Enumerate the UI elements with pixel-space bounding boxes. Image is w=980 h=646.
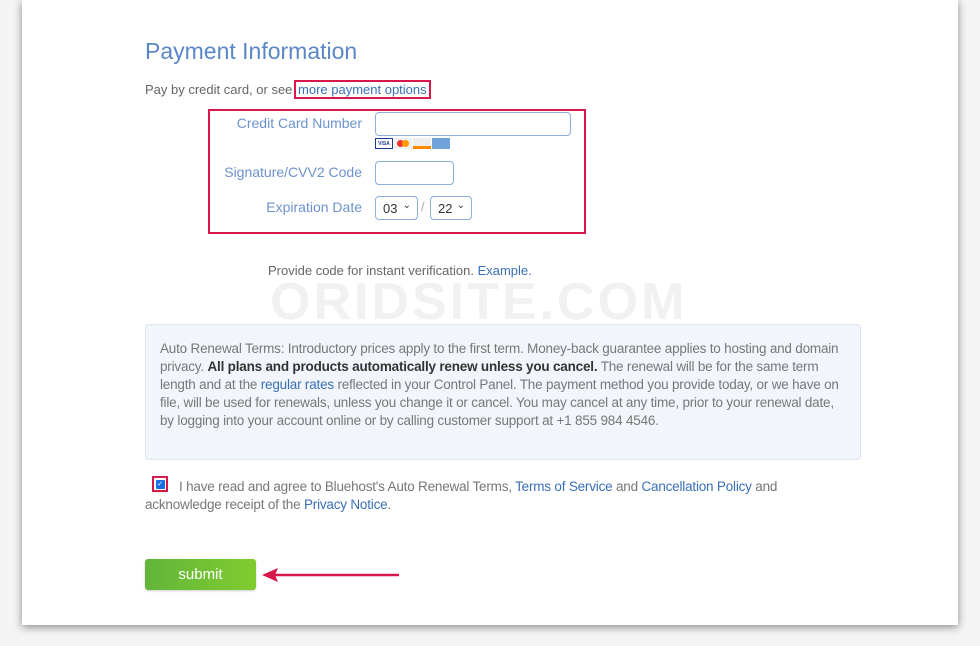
chevron-down-icon: ⌄ xyxy=(402,200,411,211)
submit-button[interactable]: submit xyxy=(145,559,256,590)
arrow-left-icon xyxy=(262,568,399,582)
regular-rates-link[interactable]: regular rates xyxy=(261,377,334,392)
auto-renewal-terms: Auto Renewal Terms: Introductory prices … xyxy=(145,324,861,460)
cvv-label: Signature/CVV2 Code xyxy=(224,164,362,180)
page-title: Payment Information xyxy=(145,38,358,64)
exp-year-value: 22 xyxy=(438,201,453,216)
exp-separator: / xyxy=(421,199,425,214)
visa-icon: VISA xyxy=(375,138,393,149)
expiration-label: Expiration Date xyxy=(266,199,362,215)
card-logos: VISA xyxy=(375,138,450,149)
cancellation-policy-link[interactable]: Cancellation Policy xyxy=(641,479,751,494)
intro-label: Pay by credit card, or see xyxy=(145,82,297,97)
exp-month-value: 03 xyxy=(383,201,398,216)
discover-icon xyxy=(413,138,431,149)
exp-month-select[interactable]: 03 ⌄ xyxy=(375,196,418,220)
agree-text: I have read and agree to Bluehost's Auto… xyxy=(145,478,845,514)
terms-bold: All plans and products automatically ren… xyxy=(207,359,598,374)
intro-text: Pay by credit card, or see more payment … xyxy=(145,80,431,99)
mastercard-icon xyxy=(394,138,412,149)
verify-label: Provide code for instant verification. xyxy=(268,263,478,278)
card-number-label: Credit Card Number xyxy=(236,115,362,131)
agree-label: and xyxy=(612,479,642,494)
chevron-down-icon: ⌄ xyxy=(456,200,465,211)
agree-label: . xyxy=(387,497,392,512)
watermark: ORIDSITE.COM xyxy=(270,273,688,331)
more-payment-options-link[interactable]: more payment options xyxy=(294,80,431,99)
privacy-notice-link[interactable]: Privacy Notice xyxy=(304,497,388,512)
exp-year-select[interactable]: 22 ⌄ xyxy=(430,196,472,220)
agree-label: I have read and agree to Bluehost's Auto… xyxy=(179,479,516,494)
verify-text: Provide code for instant verification. E… xyxy=(268,263,532,278)
amex-icon xyxy=(432,138,450,149)
example-link[interactable]: Example. xyxy=(478,263,532,278)
cvv-input[interactable] xyxy=(375,161,454,185)
terms-of-service-link[interactable]: Terms of Service xyxy=(515,479,613,494)
card-number-input[interactable] xyxy=(375,112,571,136)
